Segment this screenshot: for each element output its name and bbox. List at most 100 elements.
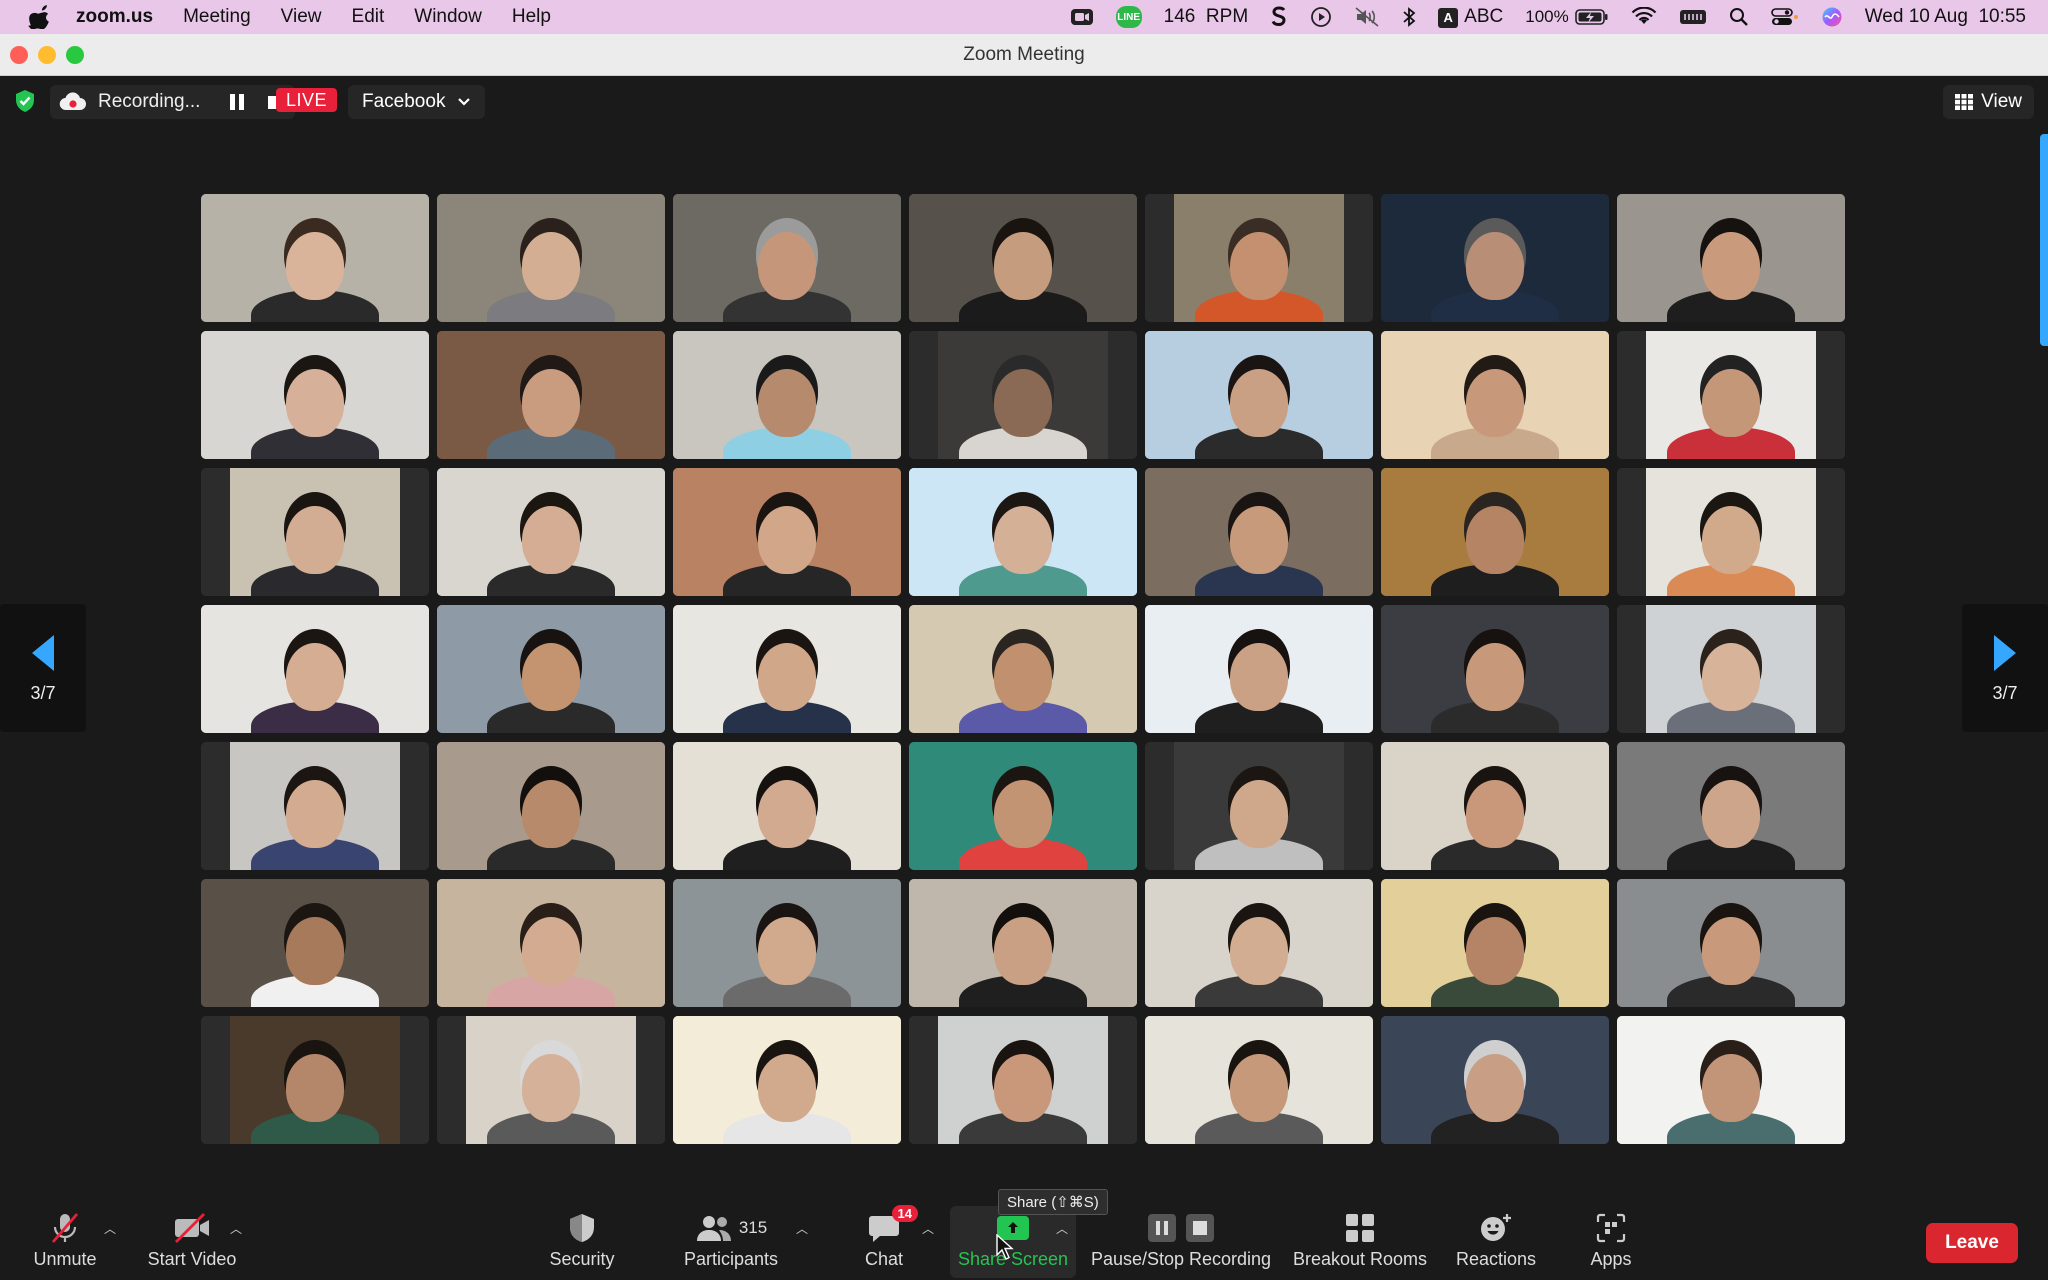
participant-video-tile[interactable] [1381,331,1609,459]
video-frame [909,742,1137,870]
share-options-caret[interactable]: ︿ [1056,1220,1068,1237]
participant-video-tile[interactable] [201,1016,429,1144]
input-source[interactable]: A ABC [1438,6,1503,28]
participant-video-tile[interactable] [673,879,901,1007]
menu-view[interactable]: View [281,6,322,28]
participant-video-tile[interactable] [1617,468,1845,596]
menu-help[interactable]: Help [512,6,551,28]
menu-window[interactable]: Window [414,6,482,28]
participant-video-tile[interactable] [1381,605,1609,733]
participant-video-tile[interactable] [909,605,1137,733]
participant-video-tile[interactable] [1381,742,1609,870]
live-badge: LIVE [276,88,338,112]
spotlight-search-icon[interactable] [1729,7,1749,27]
participant-video-tile[interactable] [1617,331,1845,459]
participant-video-tile[interactable] [673,194,901,322]
participant-video-tile[interactable] [1617,194,1845,322]
participant-video-tile[interactable] [909,742,1137,870]
s-app-icon[interactable] [1270,6,1288,28]
participant-video-tile[interactable] [673,1016,901,1144]
participant-video-tile[interactable] [437,331,665,459]
participant-video-tile[interactable] [1145,605,1373,733]
participant-video-tile[interactable] [1145,468,1373,596]
participant-video-tile[interactable] [201,879,429,1007]
participant-video-tile[interactable] [437,605,665,733]
zoom-camera-icon[interactable] [1070,7,1094,27]
participant-video-tile[interactable] [1381,1016,1609,1144]
participants-button[interactable]: 315 Participants [676,1208,786,1276]
participant-video-tile[interactable] [1145,742,1373,870]
control-center-icon[interactable] [1770,7,1799,27]
menubar-clock[interactable]: Wed 10 Aug 10:55 [1865,6,2026,28]
participant-video-tile[interactable] [201,194,429,322]
siri-icon[interactable] [1821,6,1843,28]
participant-video-tile[interactable] [1617,742,1845,870]
chat-button[interactable]: 14 Chat [860,1205,918,1276]
line-app-icon[interactable]: LINE [1115,6,1142,28]
apps-button[interactable]: Apps [1586,1208,1636,1276]
participant-video-tile[interactable] [1617,1016,1845,1144]
menu-meeting[interactable]: Meeting [183,6,251,28]
participant-video-tile[interactable] [1617,605,1845,733]
unmute-button[interactable]: Unmute [24,1208,106,1276]
view-button[interactable]: View [1943,85,2034,119]
participant-video-tile[interactable] [1145,331,1373,459]
participants-options-caret[interactable]: ︿ [796,1220,808,1237]
video-frame [1646,605,1816,733]
participant-video-tile[interactable] [201,331,429,459]
bluetooth-icon[interactable] [1402,6,1416,28]
participant-video-tile[interactable] [909,1016,1137,1144]
participant-head [994,506,1052,575]
participant-video-tile[interactable] [1381,468,1609,596]
video-options-caret[interactable]: ︿ [230,1220,242,1237]
breakout-rooms-button[interactable]: Breakout Rooms [1292,1208,1428,1276]
leave-button[interactable]: Leave [1926,1223,2018,1263]
participant-video-tile[interactable] [909,468,1137,596]
participant-video-tile[interactable] [1145,1016,1373,1144]
participant-video-tile[interactable] [1381,194,1609,322]
side-panel-handle[interactable] [2040,134,2048,346]
participant-video-tile[interactable] [1145,194,1373,322]
wifi-icon[interactable] [1631,7,1657,27]
participant-video-tile[interactable] [201,605,429,733]
pause-recording-icon[interactable] [230,94,245,110]
participant-video-tile[interactable] [673,605,901,733]
reactions-button[interactable]: Reactions [1456,1208,1536,1276]
participant-video-tile[interactable] [437,468,665,596]
speaker-muted-icon[interactable] [1354,6,1380,28]
participant-video-tile[interactable] [673,468,901,596]
start-video-button[interactable]: Start Video [140,1208,244,1276]
participant-video-tile[interactable] [437,742,665,870]
participant-video-tile[interactable] [437,879,665,1007]
participant-video-tile[interactable] [673,331,901,459]
pause-stop-recording-button[interactable]: Pause/Stop Recording [1090,1208,1272,1276]
next-page-button[interactable]: 3/7 [1962,604,2048,732]
apple-logo-icon[interactable] [28,5,50,29]
participant-video-tile[interactable] [909,879,1137,1007]
livestream-target-dropdown[interactable]: Facebook [348,85,486,119]
participant-video-tile[interactable] [673,742,901,870]
audio-options-caret[interactable]: ︿ [104,1220,116,1237]
battery-icon[interactable] [1574,8,1609,26]
previous-page-button[interactable]: 3/7 [0,604,86,732]
participant-video-tile[interactable] [1145,879,1373,1007]
participant-video-tile[interactable] [201,468,429,596]
keyboard-icon[interactable] [1679,7,1707,27]
security-button[interactable]: Security [540,1208,624,1276]
participant-video-tile[interactable] [437,194,665,322]
chat-options-caret[interactable]: ︿ [922,1220,934,1237]
participant-video-tile[interactable] [201,742,429,870]
menu-edit[interactable]: Edit [352,6,385,28]
participant-video-tile[interactable] [1381,879,1609,1007]
participant-head [286,232,344,301]
encryption-shield-icon[interactable] [14,89,36,113]
triangle-right-icon [1994,634,2016,671]
participant-video-tile[interactable] [1617,879,1845,1007]
participant-video-tile[interactable] [909,331,1137,459]
unmute-label: Unmute [33,1249,97,1269]
participant-video-tile[interactable] [437,1016,665,1144]
triangle-left-icon [32,634,54,671]
participant-video-tile[interactable] [909,194,1137,322]
play-circle-icon[interactable] [1310,6,1332,28]
menu-app-name[interactable]: zoom.us [76,6,153,28]
